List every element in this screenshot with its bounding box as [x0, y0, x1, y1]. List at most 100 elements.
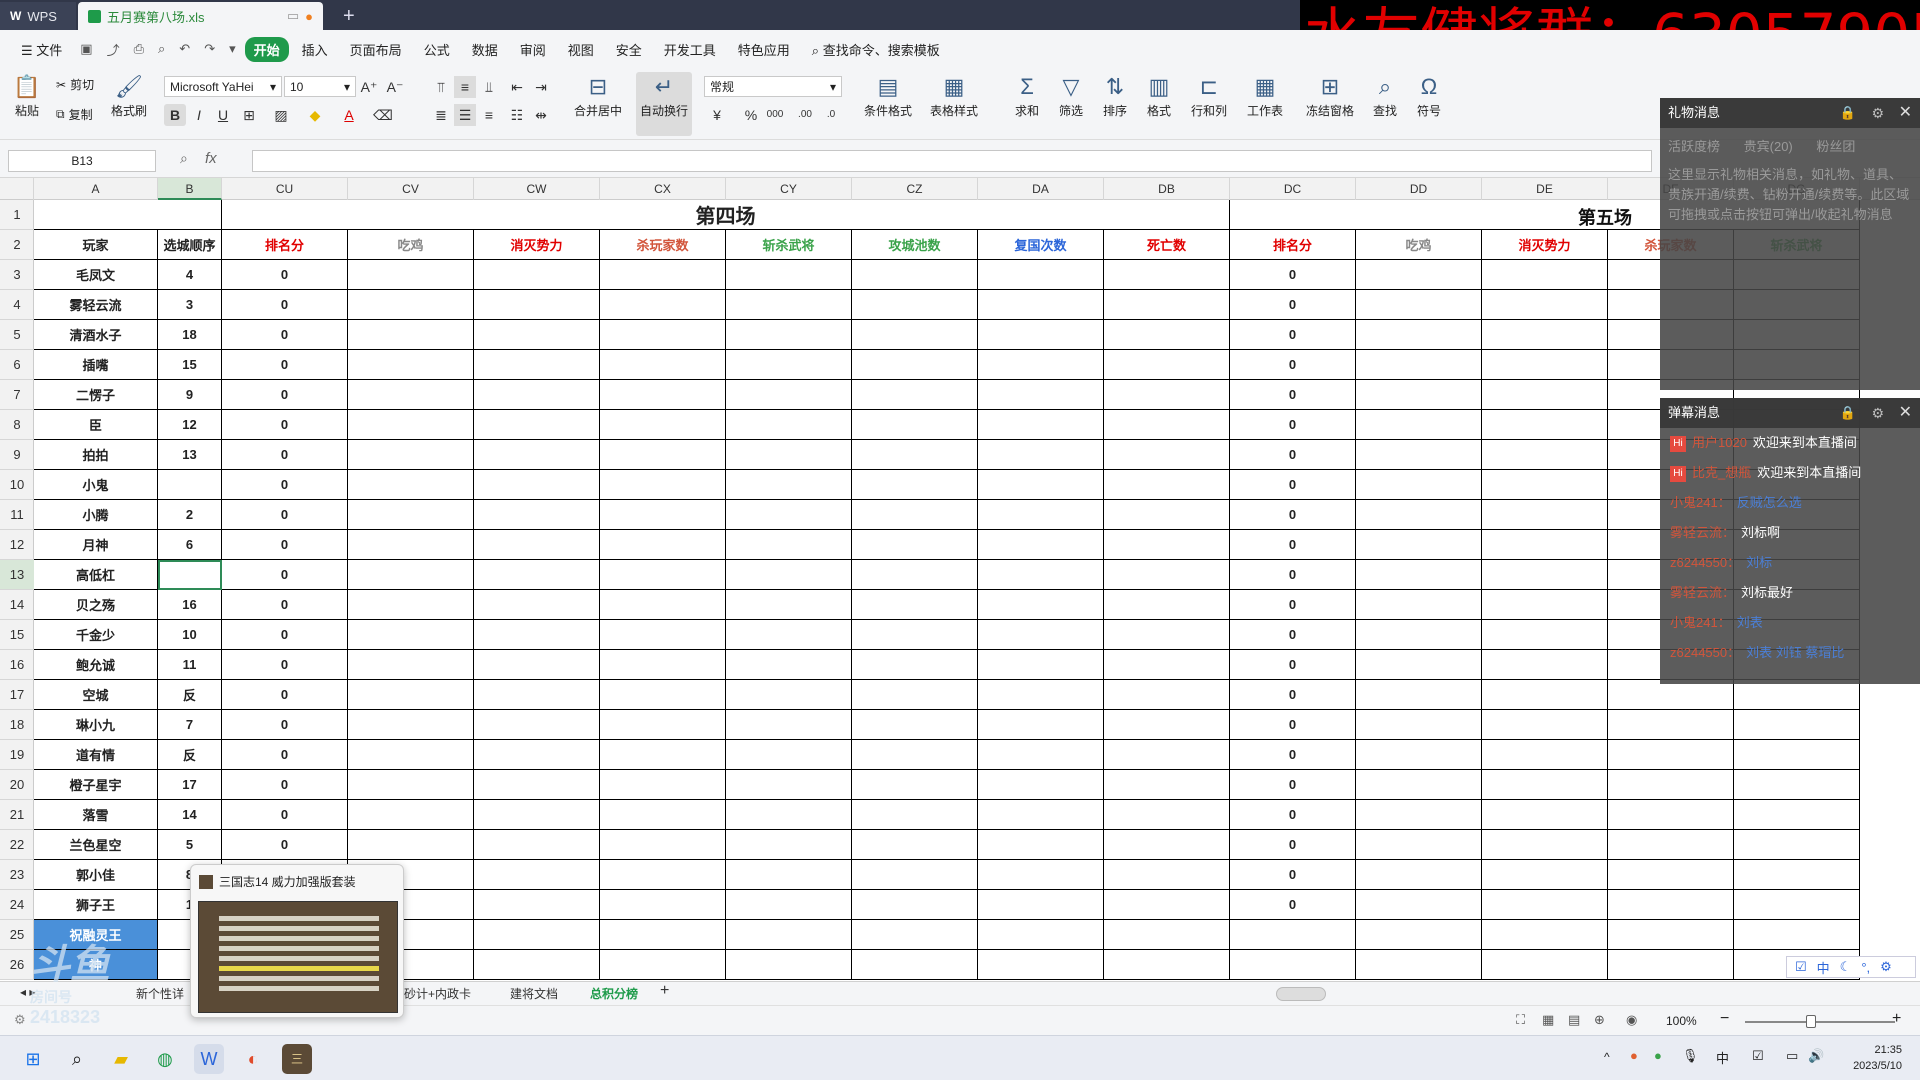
empty-cell[interactable] — [1104, 530, 1230, 560]
ime-lang-icon[interactable]: 中 — [1817, 958, 1830, 977]
game-icon[interactable]: 三 — [282, 1044, 312, 1074]
empty-cell[interactable] — [1356, 770, 1482, 800]
indent-decrease-icon[interactable]: ⇤ — [506, 76, 528, 98]
empty-cell[interactable] — [1608, 830, 1734, 860]
fill-color-icon[interactable]: ◆ — [304, 104, 326, 126]
row-header-14[interactable]: 14 — [0, 590, 34, 620]
menu-insert[interactable]: 插入 — [293, 37, 337, 62]
sum-button[interactable]: Σ 求和 — [1004, 72, 1050, 119]
score5-cell[interactable]: 0 — [1230, 740, 1356, 770]
empty-cell[interactable] — [978, 350, 1104, 380]
score-cell[interactable]: 0 — [222, 710, 348, 740]
taskbar-preview-popup[interactable]: 三国志14 威力加强版套装 — [190, 864, 404, 1018]
symbol-button[interactable]: Ω 符号 — [1406, 72, 1452, 119]
empty-cell[interactable] — [726, 530, 852, 560]
column-header-DE[interactable]: DE — [1482, 178, 1608, 200]
zoom-slider-handle[interactable] — [1806, 1015, 1816, 1028]
empty-cell[interactable] — [1734, 740, 1860, 770]
score-cell[interactable]: 0 — [222, 590, 348, 620]
empty-cell[interactable] — [726, 590, 852, 620]
row-header-4[interactable]: 4 — [0, 290, 34, 320]
sheet-tab-active[interactable]: 总积分榜 — [590, 985, 638, 1002]
row-header-10[interactable]: 10 — [0, 470, 34, 500]
font-family-select[interactable]: Microsoft YaHei ▾ — [164, 76, 282, 97]
empty-cell[interactable] — [852, 860, 978, 890]
media-app-icon[interactable]: ◐ — [238, 1044, 268, 1074]
empty-cell[interactable] — [348, 590, 474, 620]
empty-cell[interactable] — [1608, 680, 1734, 710]
distribute-icon[interactable]: ⇹ — [530, 104, 552, 126]
score5-cell[interactable]: 0 — [1230, 410, 1356, 440]
empty-cell[interactable] — [726, 770, 852, 800]
order-cell[interactable]: 3 — [158, 290, 222, 320]
empty-cell[interactable] — [474, 650, 600, 680]
empty-cell[interactable] — [600, 380, 726, 410]
header-cell[interactable]: 攻城池数 — [852, 230, 978, 260]
microphone-icon[interactable]: 🎙 — [1682, 1048, 1699, 1064]
empty-cell[interactable] — [474, 350, 600, 380]
player-name-cell[interactable]: 高低杠 — [34, 560, 158, 590]
row-header-9[interactable]: 9 — [0, 440, 34, 470]
empty-cell[interactable] — [348, 290, 474, 320]
order-cell[interactable]: 17 — [158, 770, 222, 800]
column-header-CY[interactable]: CY — [726, 178, 852, 200]
empty-cell[interactable] — [726, 410, 852, 440]
empty-cell[interactable] — [1482, 500, 1608, 530]
player-name-cell[interactable]: 月神 — [34, 530, 158, 560]
order-cell[interactable]: 14 — [158, 800, 222, 830]
empty-cell[interactable] — [978, 500, 1104, 530]
empty-cell[interactable] — [852, 830, 978, 860]
empty-cell[interactable] — [978, 320, 1104, 350]
gift-tab-activity[interactable]: 活跃度榜 — [1668, 136, 1720, 155]
wps-taskbar-icon[interactable]: W — [194, 1044, 224, 1074]
header-cell[interactable]: 玩家 — [34, 230, 158, 260]
empty-cell[interactable] — [1104, 740, 1230, 770]
empty-cell[interactable] — [852, 950, 978, 980]
formula-input[interactable] — [252, 150, 1652, 172]
order-cell[interactable]: 15 — [158, 350, 222, 380]
macro-icon[interactable]: ⚙ — [14, 1012, 26, 1028]
empty-cell[interactable] — [852, 350, 978, 380]
command-search[interactable]: ⌕ 查找命令、搜索模板 — [803, 37, 949, 62]
score5-cell[interactable]: 0 — [1230, 320, 1356, 350]
tray-chevron-icon[interactable]: ^ — [1604, 1050, 1610, 1064]
empty-cell[interactable] — [726, 950, 852, 980]
danmu-user[interactable]: 小鬼241： — [1670, 495, 1731, 510]
score-cell[interactable]: 0 — [222, 800, 348, 830]
score5-cell[interactable]: 0 — [1230, 800, 1356, 830]
merge-center-button[interactable]: ⊟ 合并居中 — [566, 72, 630, 119]
find-button[interactable]: ⌕ 查找 — [1362, 72, 1408, 119]
empty-cell[interactable] — [1356, 470, 1482, 500]
empty-cell[interactable] — [1356, 860, 1482, 890]
row-header-15[interactable]: 15 — [0, 620, 34, 650]
tray-app2-icon[interactable]: ● — [1654, 1048, 1662, 1063]
player-name-cell[interactable]: 道有情 — [34, 740, 158, 770]
empty-cell[interactable] — [1104, 830, 1230, 860]
empty-cell[interactable] — [1482, 590, 1608, 620]
empty-cell[interactable] — [1482, 710, 1608, 740]
empty-cell[interactable] — [348, 410, 474, 440]
order-cell[interactable]: 7 — [158, 710, 222, 740]
empty-cell[interactable] — [474, 770, 600, 800]
order-cell[interactable]: 5 — [158, 830, 222, 860]
column-header-A[interactable]: A — [34, 178, 158, 200]
font-grow-icon[interactable]: A⁺ — [358, 76, 380, 98]
empty-cell[interactable] — [600, 740, 726, 770]
file-tab[interactable]: 五月赛第八场.xls ▭ ● — [78, 2, 323, 30]
corner-cell[interactable] — [0, 178, 34, 200]
empty-cell[interactable] — [600, 920, 726, 950]
empty-cell[interactable] — [600, 830, 726, 860]
empty-cell[interactable] — [348, 620, 474, 650]
score-cell[interactable]: 0 — [222, 380, 348, 410]
score5-cell[interactable]: 0 — [1230, 560, 1356, 590]
selected-cell-outline[interactable] — [158, 560, 222, 590]
order-cell[interactable]: 4 — [158, 260, 222, 290]
italic-icon[interactable]: I — [188, 104, 210, 126]
menu-review[interactable]: 审阅 — [511, 37, 555, 62]
empty-cell[interactable] — [978, 380, 1104, 410]
score5-cell[interactable]: 0 — [1230, 350, 1356, 380]
danmu-user[interactable]: 用户1020 — [1692, 435, 1747, 450]
score-cell[interactable]: 0 — [222, 740, 348, 770]
zoom-search-icon[interactable]: ⌕ — [180, 150, 188, 167]
row-col-button[interactable]: ⊏ 行和列 — [1186, 72, 1232, 119]
